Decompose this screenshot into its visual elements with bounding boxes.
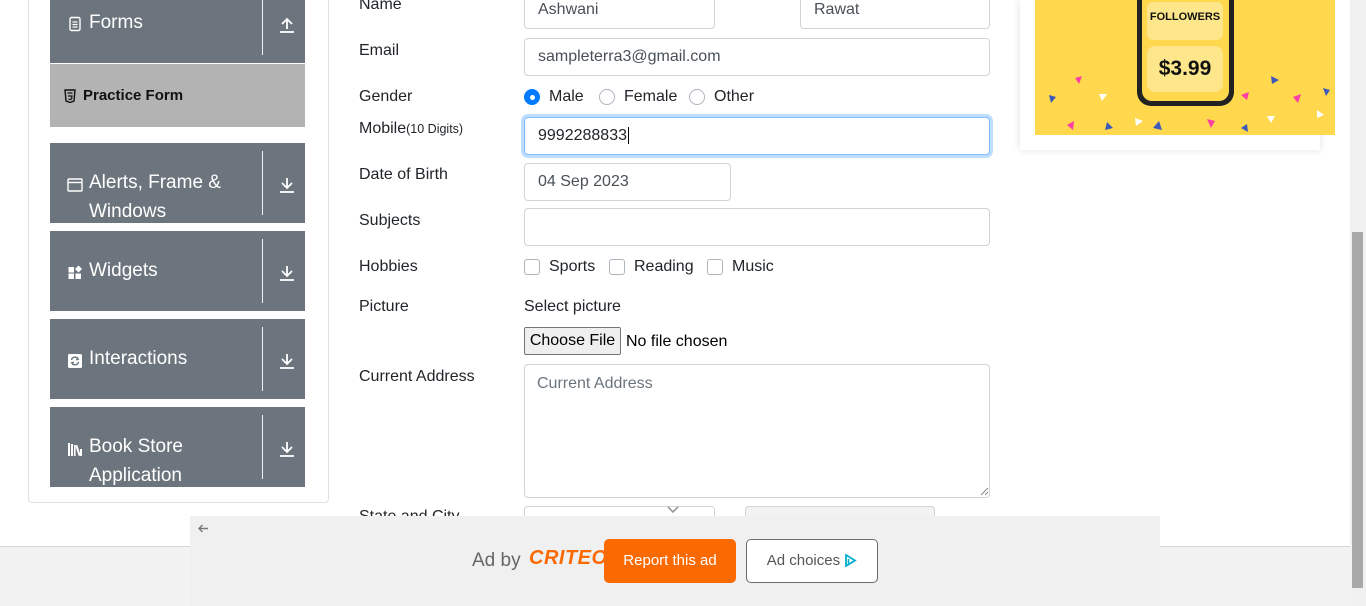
- books-icon: [68, 443, 82, 457]
- no-file-text: No file chosen: [626, 333, 728, 350]
- radio-label: Other: [714, 88, 755, 105]
- hobby-checkbox-sports[interactable]: Sports: [524, 258, 595, 276]
- email-input[interactable]: sampleterra3@gmail.com: [524, 38, 990, 76]
- document-icon: [69, 16, 81, 32]
- radio-label: Female: [624, 88, 678, 105]
- picture-label: Picture: [359, 298, 409, 315]
- sidebar-group-title: Alerts, Frame &: [89, 172, 221, 193]
- mobile-input[interactable]: 9992288833: [524, 117, 990, 155]
- back-arrow-icon[interactable]: [197, 523, 209, 534]
- select-picture-hint: Select picture: [524, 298, 621, 315]
- last-name-input[interactable]: Rawat: [800, 0, 990, 29]
- ad-choices-button[interactable]: Ad choices: [746, 539, 878, 583]
- email-label: Email: [359, 42, 400, 59]
- divider: [262, 239, 263, 303]
- gender-radio-female[interactable]: Female: [599, 88, 677, 106]
- report-ad-button[interactable]: Report this ad: [604, 539, 736, 583]
- scrollbar-thumb[interactable]: [1352, 232, 1363, 588]
- name-label: Name: [359, 0, 402, 13]
- sidebar-group-title: Forms: [89, 12, 143, 33]
- sidebar-group-interactions[interactable]: Interactions: [50, 319, 305, 399]
- sidebar-group-title-line2: Application: [89, 465, 182, 486]
- current-address-textarea[interactable]: Current Address: [524, 364, 990, 498]
- checkbox-label: Music: [732, 258, 774, 275]
- side-ad-image[interactable]: FOLLOWERS $3.99: [1035, 0, 1335, 135]
- ad-by-text: Ad by: [472, 550, 521, 571]
- checkbox-label: Sports: [549, 258, 596, 275]
- hobbies-label: Hobbies: [359, 258, 418, 275]
- followers-text: FOLLOWERS: [1149, 11, 1221, 23]
- html5-icon: [64, 88, 76, 103]
- subjects-label: Subjects: [359, 212, 421, 229]
- price-text: $3.99: [1158, 57, 1212, 80]
- first-name-input[interactable]: Ashwani: [524, 0, 715, 29]
- criteo-logo: CRITEO: [529, 547, 608, 569]
- window-icon: [67, 178, 83, 192]
- gender-radio-male[interactable]: Male: [524, 88, 584, 106]
- subjects-input[interactable]: [524, 208, 990, 246]
- expand-down-icon[interactable]: [278, 440, 296, 458]
- dob-input[interactable]: 04 Sep 2023: [524, 163, 731, 201]
- collapse-up-icon[interactable]: [278, 16, 296, 34]
- radio-button[interactable]: [689, 89, 705, 105]
- sidebar-group-forms[interactable]: Forms: [50, 0, 305, 63]
- sidebar-item-practice-form[interactable]: Practice Form: [50, 64, 305, 127]
- expand-down-icon[interactable]: [278, 176, 296, 194]
- expand-down-icon[interactable]: [278, 264, 296, 282]
- checkbox[interactable]: [707, 259, 723, 275]
- radio-label: Male: [549, 88, 584, 105]
- sidebar-group-title-line2: Windows: [89, 201, 167, 222]
- sidebar-group-title: Interactions: [89, 348, 188, 369]
- widgets-icon: [68, 265, 83, 279]
- radio-button-checked[interactable]: [524, 89, 540, 105]
- interactions-icon: [68, 354, 82, 368]
- divider: [262, 151, 263, 215]
- expand-down-icon[interactable]: [278, 352, 296, 370]
- divider: [262, 0, 263, 55]
- sidebar-group-title: Book Store: [89, 436, 183, 457]
- chevron-down-icon[interactable]: [666, 505, 680, 514]
- sidebar-group-book-store[interactable]: Book Store Application: [50, 407, 305, 487]
- mobile-label: Mobile(10 Digits): [359, 120, 463, 138]
- dob-label: Date of Birth: [359, 166, 448, 183]
- page: Forms Practice Form Alerts, Frame & Wind…: [0, 0, 1366, 606]
- gender-label: Gender: [359, 88, 413, 105]
- checkbox[interactable]: [609, 259, 625, 275]
- text-caret: [627, 127, 629, 145]
- radio-button[interactable]: [599, 89, 615, 105]
- divider: [262, 327, 263, 391]
- mobile-hint: (10 Digits): [406, 122, 464, 136]
- sidebar-item-label: Practice Form: [83, 87, 184, 104]
- current-address-label: Current Address: [359, 368, 475, 385]
- mobile-label-text: Mobile: [359, 120, 407, 137]
- checkbox[interactable]: [524, 259, 540, 275]
- sidebar-group-widgets[interactable]: Widgets: [50, 231, 305, 311]
- mobile-value: 9992288833: [538, 127, 627, 144]
- hobby-checkbox-music[interactable]: Music: [707, 258, 774, 276]
- adchoices-icon: [845, 553, 857, 568]
- sidebar-group-title: Widgets: [89, 260, 158, 281]
- checkbox-label: Reading: [634, 258, 694, 275]
- gender-radio-other[interactable]: Other: [689, 88, 754, 106]
- ad-choices-label: Ad choices: [766, 552, 841, 569]
- resize-handle-icon[interactable]: [979, 486, 989, 496]
- choose-file-button[interactable]: Choose File: [524, 327, 621, 355]
- sidebar-group-alerts[interactable]: Alerts, Frame & Windows: [50, 143, 305, 223]
- divider: [262, 415, 263, 479]
- hobby-checkbox-reading[interactable]: Reading: [609, 258, 694, 276]
